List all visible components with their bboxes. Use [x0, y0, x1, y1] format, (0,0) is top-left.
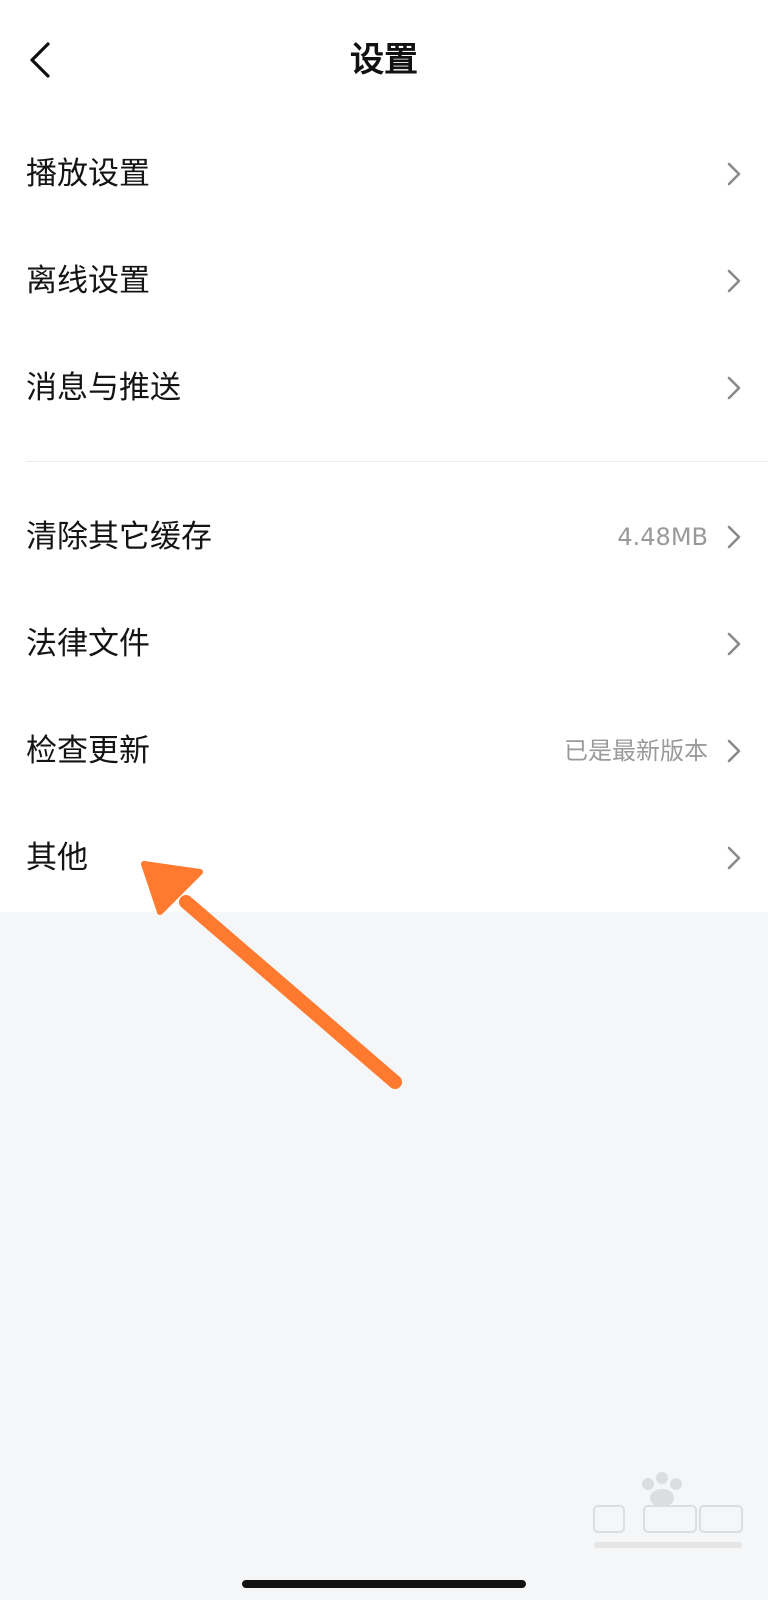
chevron-right-icon	[724, 737, 744, 765]
settings-item-label: 清除其它缓存	[26, 518, 212, 555]
settings-screen: 设置 播放设置 离线设置 消息与推送 清除其它缓存 4.48MB 法律文件 检查…	[0, 0, 768, 1600]
settings-item-label: 播放设置	[26, 155, 150, 192]
settings-item-notifications[interactable]: 消息与推送	[0, 334, 768, 441]
chevron-right-icon	[724, 630, 744, 658]
settings-item-offline[interactable]: 离线设置	[0, 227, 768, 334]
settings-item-playback[interactable]: 播放设置	[0, 120, 768, 227]
section-divider	[0, 441, 768, 483]
nav-bar: 设置	[0, 0, 768, 120]
settings-item-label: 消息与推送	[26, 369, 181, 406]
chevron-right-icon	[724, 267, 744, 295]
settings-item-label: 检查更新	[26, 732, 150, 769]
settings-item-label: 法律文件	[26, 625, 150, 662]
divider-line	[26, 461, 768, 462]
chevron-right-icon	[724, 844, 744, 872]
home-indicator[interactable]	[242, 1580, 526, 1588]
settings-item-other[interactable]: 其他	[0, 804, 768, 911]
chevron-right-icon	[724, 374, 744, 402]
settings-item-check-update[interactable]: 检查更新 已是最新版本	[0, 697, 768, 804]
chevron-right-icon	[724, 160, 744, 188]
cache-size-value: 4.48MB	[617, 522, 708, 551]
settings-card: 设置 播放设置 离线设置 消息与推送 清除其它缓存 4.48MB 法律文件 检查…	[0, 0, 768, 912]
baidu-jingyan-watermark	[593, 1472, 743, 1548]
page-title: 设置	[350, 40, 418, 80]
settings-item-label: 离线设置	[26, 262, 150, 299]
update-status-value: 已是最新版本	[564, 736, 708, 765]
settings-list: 播放设置 离线设置 消息与推送 清除其它缓存 4.48MB 法律文件 检查更新 …	[0, 120, 768, 911]
settings-item-clear-cache[interactable]: 清除其它缓存 4.48MB	[0, 483, 768, 590]
settings-item-label: 其他	[26, 839, 88, 876]
chevron-right-icon	[724, 523, 744, 551]
settings-item-legal[interactable]: 法律文件	[0, 590, 768, 697]
